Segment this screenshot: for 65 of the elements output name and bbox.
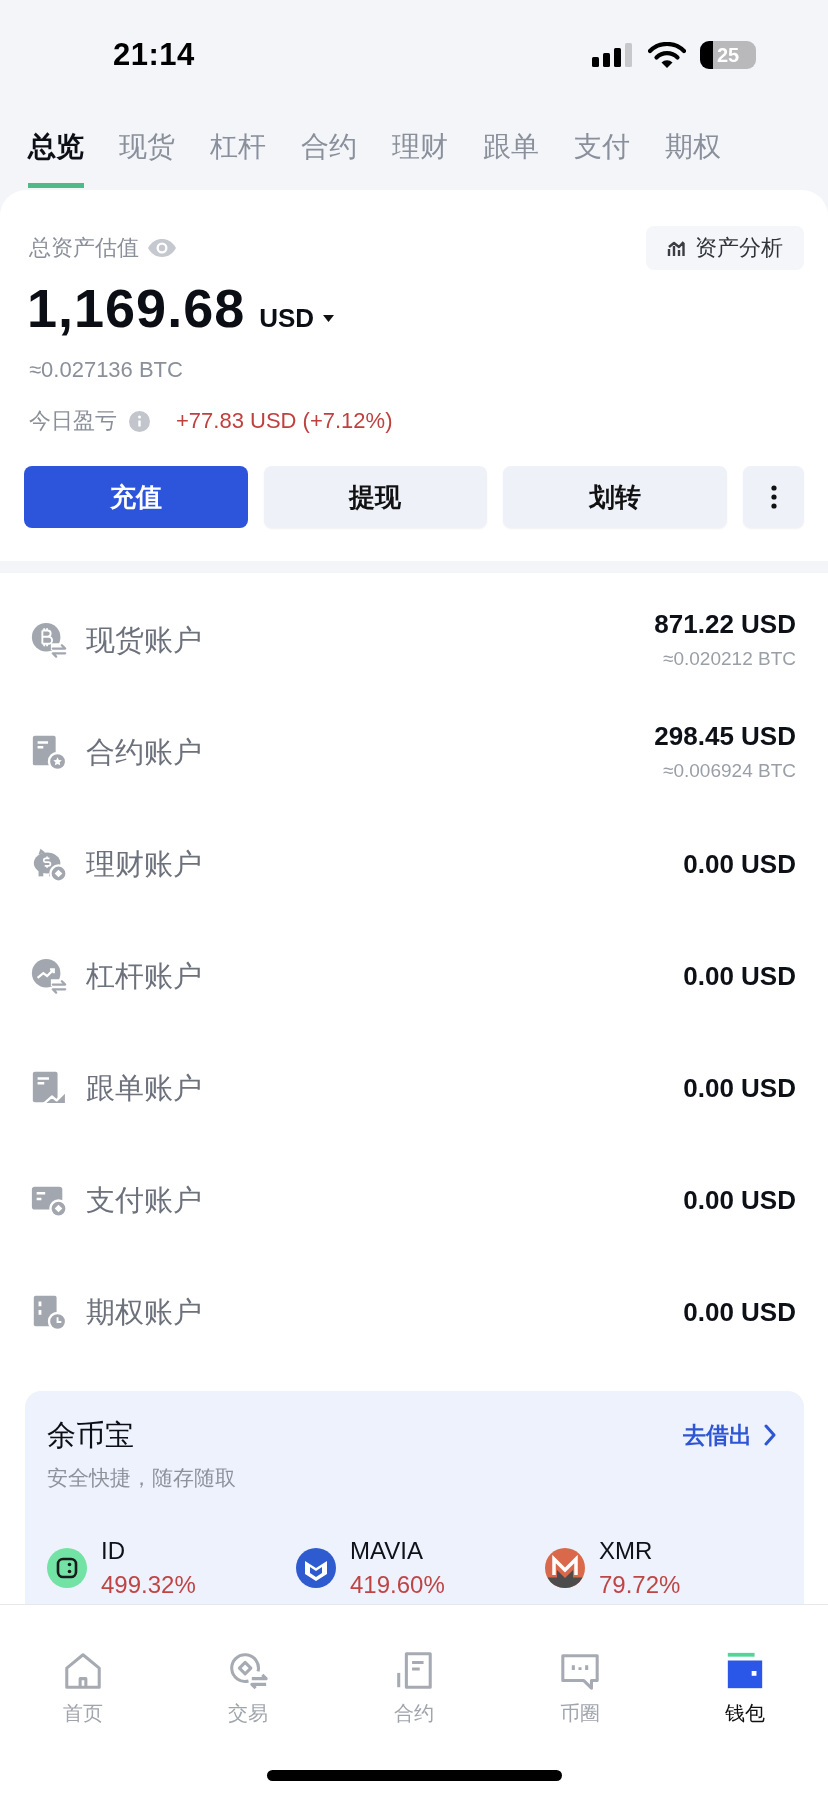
pnl-label: 今日盈亏 [29,407,117,435]
primary-action-button[interactable]: 充值 [24,466,248,528]
wifi-icon [648,41,686,69]
tab[interactable]: 理财 [392,130,448,188]
nav-item[interactable]: 交易 [227,1650,270,1726]
tab[interactable]: 现货 [119,130,175,188]
nav-item[interactable]: 钱包 [724,1650,767,1726]
account-name: 跟单账户 [86,1071,202,1106]
currency-dropdown[interactable]: USD [259,303,335,334]
account-balance: 298.45 USD [654,720,796,752]
eye-icon[interactable] [147,238,177,258]
pnl-value: +77.83 USD (+7.12%) [176,407,393,435]
coin-rate: 79.72% [599,1570,681,1600]
coin-symbol: MAVIA [350,1536,424,1566]
account-name: 杠杆账户 [86,959,202,994]
more-vertical-icon [770,485,777,509]
nav-item[interactable]: 合约 [393,1650,435,1726]
tab[interactable]: 跟单 [483,130,539,188]
tab[interactable]: 合约 [301,130,357,188]
nav-item[interactable]: 首页 [61,1650,104,1726]
action-button[interactable]: 提现 [263,466,488,528]
account-balance: 0.00 USD [683,1184,796,1216]
battery-indicator: 25 [700,41,756,69]
btc-equivalent: ≈0.027136 BTC [28,356,184,384]
nav-item[interactable]: 币圈 [558,1650,601,1726]
tab[interactable]: 支付 [574,130,630,188]
chevron-right-icon [764,1424,776,1446]
coin-symbol: ID [101,1536,126,1566]
action-button[interactable]: 划转 [503,466,727,528]
coin-swap-icon [227,1650,270,1692]
coin-rate: 419.60% [350,1570,445,1600]
savings-subtitle: 安全快捷，随存随取 [47,1465,237,1491]
account-balance: 0.00 USD [683,1072,796,1104]
account-balance: 871.22 USD [654,608,796,640]
coin-rate: 499.32% [101,1570,196,1600]
savings-title: 余币宝 [47,1418,134,1453]
caret-icon [323,315,335,322]
info-icon[interactable] [129,410,150,432]
tab[interactable]: 杠杆 [210,130,266,188]
account-balance: 0.00 USD [683,960,796,992]
status-time: 21:14 [113,37,195,73]
asset-analysis-button[interactable]: 资产分析 [646,226,804,270]
coin-chart-icon [30,957,68,995]
account-name: 现货账户 [86,623,202,658]
account-name: 支付账户 [86,1183,202,1218]
chart-icon [667,239,685,257]
coin-logo-icon [296,1548,336,1588]
coin-logo-icon [545,1548,585,1588]
document-star-icon [30,733,68,771]
lend-link[interactable]: 去借出 [683,1419,776,1451]
total-balance: 1,169.68 [27,278,246,338]
account-name: 理财账户 [86,847,202,882]
account-name: 期权账户 [86,1295,202,1330]
account-balance: 0.00 USD [683,848,796,880]
account-btc-equivalent: ≈0.006924 BTC [663,759,796,783]
more-button[interactable] [743,466,804,528]
account-name: 合约账户 [86,735,202,770]
signal-icon [592,43,634,67]
account-balance: 0.00 USD [683,1296,796,1328]
account-btc-equivalent: ≈0.020212 BTC [663,647,796,671]
coin-symbol: XMR [599,1536,654,1566]
total-assets-label: 总资产估值 [29,234,139,262]
coin-logo-icon [47,1548,87,1588]
bitcoin-coin-icon [30,621,68,659]
tab[interactable]: 期权 [665,130,721,188]
